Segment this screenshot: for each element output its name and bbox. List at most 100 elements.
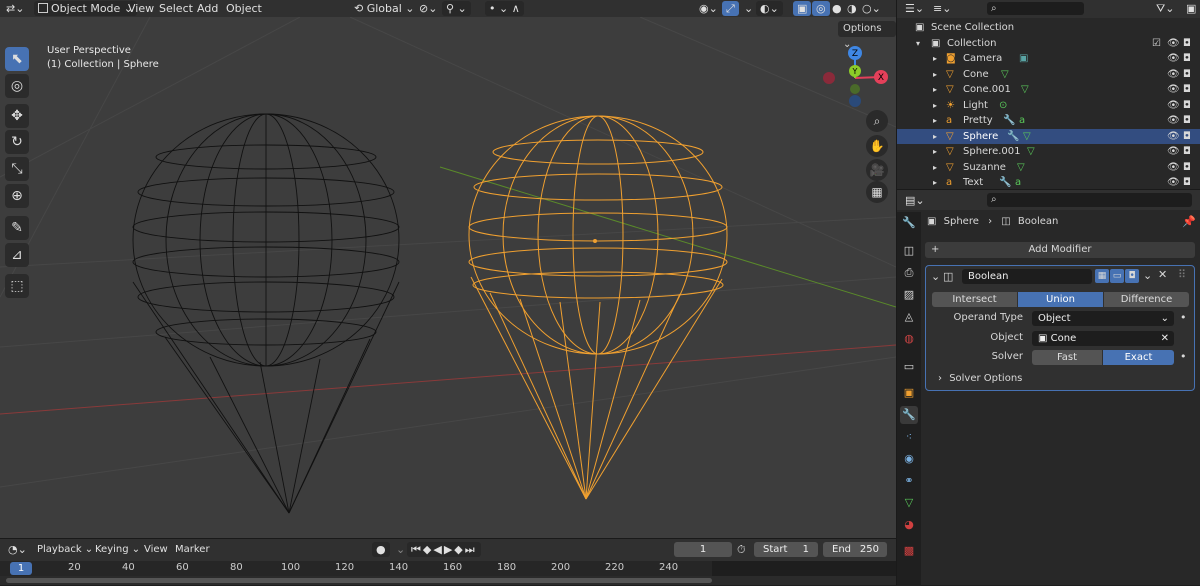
material-tab-icon[interactable]: ◕ (900, 516, 918, 534)
camera-render-icon[interactable]: ◘ (1183, 175, 1191, 189)
start-frame-field[interactable]: Start 1 (754, 542, 818, 557)
camera-view-icon[interactable]: 🎥 (866, 159, 888, 181)
gizmo-dropdown[interactable]: ⌄ (740, 1, 757, 16)
viewport-display-icon[interactable]: ▭ (1110, 269, 1124, 283)
eye-icon[interactable]: 👁 (1167, 67, 1180, 83)
outliner-row-suzanne[interactable]: ▸ ▽ Suzanne ▽ 👁 ◘ (897, 160, 1200, 176)
expand-icon[interactable]: ▸ (933, 98, 937, 114)
expand-icon[interactable]: ▸ (933, 113, 937, 129)
eye-icon[interactable]: 👁 (1167, 82, 1180, 98)
texture-tab-icon[interactable]: ▩ (900, 542, 918, 560)
rotate-tool[interactable]: ↻ (5, 130, 29, 154)
menu-add[interactable]: Add (193, 1, 222, 16)
frame-ruler[interactable]: 1 20 40 60 80 100 120 140 160 180 200 22… (0, 561, 896, 576)
end-frame-field[interactable]: End 250 (823, 542, 887, 557)
operation-difference[interactable]: Difference (1104, 292, 1189, 307)
outliner-row-sphere-001[interactable]: ▸ ▽ Sphere.001 ▽ 👁 ◘ (897, 144, 1200, 160)
operation-intersect[interactable]: Intersect (932, 292, 1017, 307)
camera-render-icon[interactable]: ◘ (1183, 51, 1191, 67)
perspective-grid-icon[interactable]: ▦ (866, 181, 888, 203)
menu-view[interactable]: View (124, 1, 158, 16)
eye-icon[interactable]: 👁 (1167, 144, 1180, 160)
add-modifier-button[interactable]: + Add Modifier (925, 242, 1195, 258)
menu-timeline-view[interactable]: View (140, 542, 172, 557)
object-tab-icon[interactable]: ▣ (900, 384, 918, 402)
eye-icon[interactable]: 👁 (1167, 113, 1180, 129)
visibility-icon[interactable]: ◉⌄ (695, 1, 722, 16)
expand-icon[interactable]: ▸ (933, 51, 937, 67)
camera-render-icon[interactable]: ◘ (1183, 98, 1191, 114)
wireframe-shading-icon[interactable]: ◎ (812, 1, 830, 16)
outliner-row-collection[interactable]: ▾ ▣ Collection ☑ 👁 ◘ (897, 36, 1200, 52)
solver-fast[interactable]: Fast (1032, 350, 1102, 365)
tool-tab-icon[interactable]: 🔧 (900, 214, 918, 232)
eye-icon[interactable]: 👁 (1167, 160, 1180, 176)
zoom-icon[interactable]: ⌕ (866, 110, 888, 132)
keyframe-dot-icon[interactable]: • (1180, 311, 1187, 324)
menu-playback[interactable]: Playback ⌄ (33, 542, 97, 557)
snap-icon[interactable]: ⚲ ⌄ (442, 1, 471, 16)
expand-icon[interactable]: ▾ (916, 36, 920, 52)
render-display-icon[interactable]: ◘ (1125, 269, 1139, 283)
edit-mode-icon[interactable]: ▦ (1095, 269, 1109, 283)
properties-search-input[interactable]: ⌕ (987, 193, 1192, 207)
scene-tab-icon[interactable]: ◬ (900, 308, 918, 326)
expand-icon[interactable]: ▸ (933, 82, 937, 98)
camera-render-icon[interactable]: ◘ (1183, 113, 1191, 129)
solver-options-subpanel[interactable]: › Solver Options (938, 373, 1022, 384)
transform-tool[interactable]: ⊕ (5, 184, 29, 208)
playhead[interactable]: 1 (10, 562, 32, 575)
outliner-row-sphere[interactable]: ▸ ▽ Sphere 🔧 ▽ 👁 ◘ (897, 128, 1200, 145)
outliner-row-camera[interactable]: ▸ ◙ Camera ▣ 👁 ◘ (897, 51, 1200, 67)
pin-icon[interactable]: 📌 (1182, 215, 1196, 228)
options-dropdown[interactable]: Options ⌄ (838, 21, 896, 50)
checkbox-icon[interactable]: ☑ (1152, 36, 1161, 52)
properties-editor-icon[interactable]: ▤⌄ (901, 193, 929, 208)
outliner-search-input[interactable]: ⌕ (987, 2, 1084, 15)
dropdown-chevron-icon[interactable]: ⌄ (1143, 269, 1152, 282)
camera-render-icon[interactable]: ◘ (1183, 129, 1191, 145)
select-box-tool[interactable]: ⬉ (5, 47, 29, 71)
expand-icon[interactable]: ▸ (933, 67, 937, 83)
expand-icon[interactable]: ▸ (933, 129, 937, 145)
editor-type-icon[interactable]: ⇄⌄ (2, 1, 28, 16)
outliner-row-scene-collection[interactable]: ▣ Scene Collection (897, 20, 1200, 36)
xray-icon[interactable]: ▣ (793, 1, 812, 16)
overlay-icon[interactable]: ◐⌄ (756, 1, 783, 16)
render-tab-icon[interactable]: ◫ (900, 242, 918, 260)
pan-hand-icon[interactable]: ✋ (866, 135, 888, 157)
add-cube-tool[interactable]: ⬚ (5, 274, 29, 298)
expand-icon[interactable]: ▸ (933, 144, 937, 160)
outliner-row-cone[interactable]: ▸ ▽ Cone ▽ 👁 ◘ (897, 67, 1200, 83)
navigation-gizmo[interactable]: Z Y X (820, 43, 890, 113)
collapse-chevron-icon[interactable]: ⌄ (931, 270, 940, 283)
close-icon[interactable]: ✕ (1158, 268, 1167, 281)
solver-exact[interactable]: Exact (1103, 350, 1174, 365)
world-tab-icon[interactable]: ◍ (900, 330, 918, 348)
menu-keying[interactable]: Keying ⌄ (91, 542, 144, 557)
move-tool[interactable]: ✥ (5, 104, 29, 128)
expand-icon[interactable]: ▸ (933, 175, 937, 189)
particles-tab-icon[interactable]: ⁖ (900, 428, 918, 446)
timeline-scrollbar[interactable] (6, 578, 712, 583)
eye-icon[interactable]: 👁 (1167, 175, 1180, 189)
camera-render-icon[interactable]: ◘ (1183, 160, 1191, 176)
eye-icon[interactable]: 👁 (1167, 36, 1180, 52)
outliner-editor-icon[interactable]: ☰⌄ (901, 1, 928, 16)
physics-tab-icon[interactable]: ◉ (900, 450, 918, 468)
camera-render-icon[interactable]: ◘ (1183, 67, 1191, 83)
camera-render-icon[interactable]: ◘ (1183, 36, 1191, 52)
outliner-row-cone-001[interactable]: ▸ ▽ Cone.001 ▽ 👁 ◘ (897, 82, 1200, 98)
outliner-row-text[interactable]: ▸ a Text 🔧 a 👁 ◘ (897, 175, 1200, 189)
operation-union[interactable]: Union (1018, 292, 1103, 307)
proportional-edit-icon[interactable]: • ⌄ ∧ (485, 1, 524, 16)
outliner-row-light[interactable]: ▸ ☀ Light ⊙ 👁 ◘ (897, 98, 1200, 114)
orientation-dropdown[interactable]: ⟲ Global ⌄ (350, 1, 419, 16)
collection-tab-icon[interactable]: ▭ (900, 358, 918, 376)
view-layer-tab-icon[interactable]: ▨ (900, 286, 918, 304)
keyframe-dot-icon[interactable]: • (1180, 350, 1187, 363)
data-tab-icon[interactable]: ▽ (900, 494, 918, 512)
mode-dropdown[interactable]: Object Mode ⌄ (34, 1, 138, 16)
record-icon[interactable]: ● (372, 542, 390, 557)
output-tab-icon[interactable]: ⎙ (900, 264, 918, 282)
